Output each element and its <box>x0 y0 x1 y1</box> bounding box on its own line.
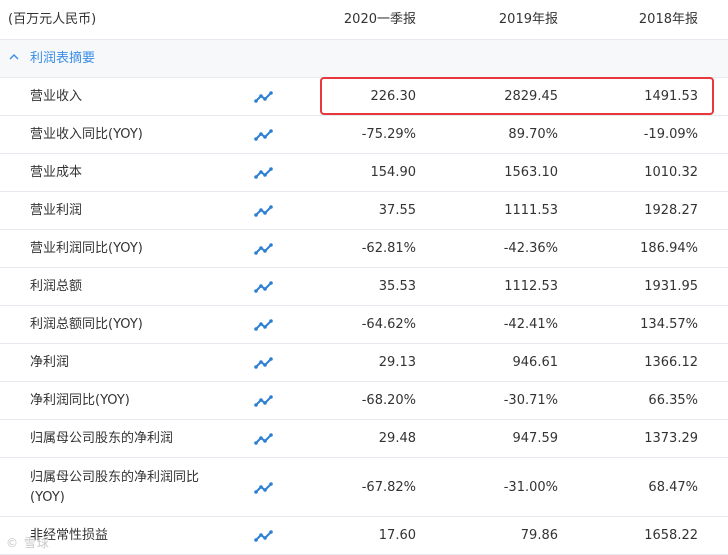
line-chart-icon[interactable] <box>254 280 274 294</box>
cell-value: 1563.10 <box>504 165 558 180</box>
section-income-summary[interactable]: 利润表摘要 <box>0 40 728 78</box>
cell-value: 79.86 <box>520 528 558 543</box>
table-row: 营业成本 154.90 1563.10 1010.32 <box>0 154 728 192</box>
cell-value: 37.55 <box>378 203 416 218</box>
cell-value: 134.57% <box>640 317 698 332</box>
row-label: 营业利润 <box>30 203 83 218</box>
cell-value: 947.59 <box>512 431 559 446</box>
column-header-2020q1[interactable]: 2020一季报 <box>276 12 416 28</box>
cell-value: 226.30 <box>370 89 417 104</box>
cell-value: 29.48 <box>378 431 416 446</box>
line-chart-icon[interactable] <box>254 128 274 142</box>
cell-value: 68.47% <box>648 480 698 495</box>
cell-value: 186.94% <box>640 241 698 256</box>
table-row: 归属母公司股东的净利润 29.48 947.59 1373.29 <box>0 420 728 458</box>
cell-value: 1658.22 <box>644 528 698 543</box>
cell-value: 154.90 <box>370 165 417 180</box>
cell-value: 89.70% <box>508 127 558 142</box>
line-chart-icon[interactable] <box>254 394 274 408</box>
row-label: 归属母公司股东的净利润同比(YOY) <box>30 470 200 505</box>
cell-value: 2829.45 <box>504 89 558 104</box>
cell-value: -64.62% <box>361 317 416 332</box>
line-chart-icon[interactable] <box>254 432 274 446</box>
cell-value: -42.41% <box>503 317 558 332</box>
table-row: 营业收入同比(YOY) -75.29% 89.70% -19.09% <box>0 116 728 154</box>
cell-value: 1111.53 <box>504 203 558 218</box>
column-header-2019[interactable]: 2019年报 <box>418 12 558 28</box>
row-label: 非经常性损益 <box>30 528 109 543</box>
cell-value: 66.35% <box>648 393 698 408</box>
cell-value: -19.09% <box>643 127 698 142</box>
table-row: 营业利润同比(YOY) -62.81% -42.36% 186.94% <box>0 230 728 268</box>
row-label: 利润总额 <box>30 279 83 294</box>
row-label: 归属母公司股东的净利润 <box>30 431 174 446</box>
chevron-up-icon[interactable] <box>8 51 20 67</box>
cell-value: -31.00% <box>503 480 558 495</box>
line-chart-icon[interactable] <box>254 242 274 256</box>
cell-value: -68.20% <box>361 393 416 408</box>
table-row: 非经常性损益 17.60 79.86 1658.22 <box>0 517 728 555</box>
cell-value: -42.36% <box>503 241 558 256</box>
unit-label: (百万元人民币) <box>8 12 97 27</box>
table-row: 净利润同比(YOY) -68.20% -30.71% 66.35% <box>0 382 728 420</box>
line-chart-icon[interactable] <box>254 318 274 332</box>
cell-value: 1366.12 <box>644 355 698 370</box>
table-row: 营业收入 226.30 2829.45 1491.53 <box>0 78 728 116</box>
row-label: 营业成本 <box>30 165 83 180</box>
cell-value: 29.13 <box>378 355 416 370</box>
line-chart-icon[interactable] <box>254 481 274 495</box>
line-chart-icon[interactable] <box>254 90 274 104</box>
row-label: 净利润同比(YOY) <box>30 393 130 408</box>
watermark: © 雪球 <box>6 536 50 550</box>
cell-value: -75.29% <box>361 127 416 142</box>
cell-value: -62.81% <box>361 241 416 256</box>
row-label: 净利润 <box>30 355 70 370</box>
cell-value: 1010.32 <box>644 165 698 180</box>
table-row: 利润总额同比(YOY) -64.62% -42.41% 134.57% <box>0 306 728 344</box>
cell-value: 1373.29 <box>644 431 698 446</box>
section-title[interactable]: 利润表摘要 <box>30 51 95 67</box>
cell-value: 1928.27 <box>644 203 698 218</box>
row-label: 营业收入同比(YOY) <box>30 127 143 142</box>
row-label: 营业利润同比(YOY) <box>30 241 143 256</box>
column-header-2018[interactable]: 2018年报 <box>558 12 698 28</box>
cell-value: 17.60 <box>378 528 416 543</box>
line-chart-icon[interactable] <box>254 529 274 543</box>
cell-value: 946.61 <box>512 355 559 370</box>
cell-value: -67.82% <box>361 480 416 495</box>
cell-value: 1112.53 <box>504 279 558 294</box>
financial-table: (百万元人民币) 2020一季报 2019年报 2018年报 利润表摘要 营业收… <box>0 0 728 555</box>
line-chart-icon[interactable] <box>254 166 274 180</box>
table-row: 净利润 29.13 946.61 1366.12 <box>0 344 728 382</box>
line-chart-icon[interactable] <box>254 356 274 370</box>
table-header: (百万元人民币) 2020一季报 2019年报 2018年报 <box>0 0 728 40</box>
line-chart-icon[interactable] <box>254 204 274 218</box>
table-row: 利润总额 35.53 1112.53 1931.95 <box>0 268 728 306</box>
cell-value: -30.71% <box>503 393 558 408</box>
row-label: 营业收入 <box>30 89 83 104</box>
row-label: 利润总额同比(YOY) <box>30 317 143 332</box>
table-row: 归属母公司股东的净利润同比(YOY) -67.82% -31.00% 68.47% <box>0 458 728 517</box>
cell-value: 1491.53 <box>644 89 698 104</box>
cell-value: 35.53 <box>378 279 416 294</box>
cell-value: 1931.95 <box>644 279 698 294</box>
table-row: 营业利润 37.55 1111.53 1928.27 <box>0 192 728 230</box>
